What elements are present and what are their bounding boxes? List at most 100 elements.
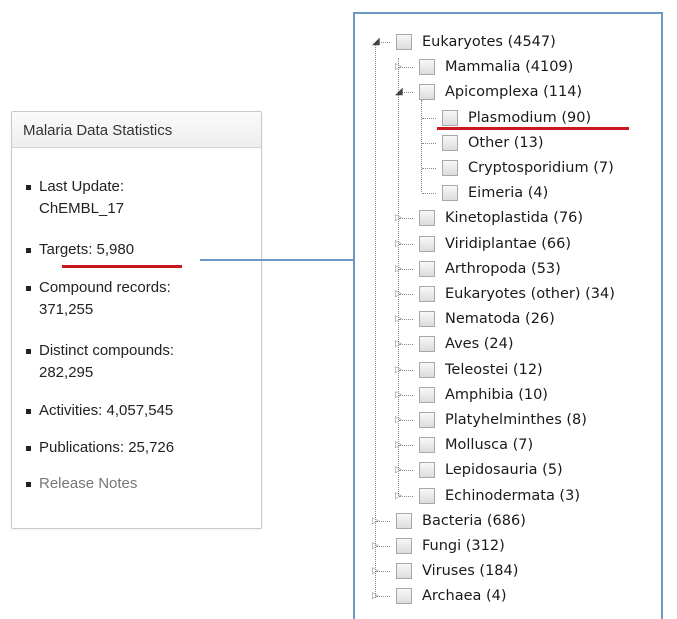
- stat-label: Targets: 5,980: [39, 241, 135, 258]
- tree-node[interactable]: Echinodermata (3): [419, 485, 580, 507]
- tree-node[interactable]: Viruses (184): [396, 560, 518, 582]
- triangle-right-icon[interactable]: ▷: [395, 465, 402, 475]
- triangle-right-icon[interactable]: ▷: [395, 415, 402, 425]
- tree-node-label: Eukaryotes (other) (34): [445, 286, 615, 302]
- tree-node[interactable]: Cryptosporidium (7): [442, 157, 614, 179]
- tree-node-checkbox[interactable]: [396, 34, 412, 50]
- tree-node[interactable]: Amphibia (10): [419, 384, 548, 406]
- tree-node[interactable]: Platyhelminthes (8): [419, 409, 587, 431]
- stats-panel-title: Malaria Data Statistics: [12, 112, 261, 148]
- tree-node-checkbox[interactable]: [419, 261, 435, 277]
- tree-node-checkbox[interactable]: [419, 387, 435, 403]
- tree-node[interactable]: Eimeria (4): [442, 182, 548, 204]
- tree-node[interactable]: Nematoda (26): [419, 308, 555, 330]
- tree-guide-line: [422, 168, 436, 169]
- tree-node-checkbox[interactable]: [396, 588, 412, 604]
- stat-label: Compound records:: [39, 279, 171, 296]
- tree-guide-line: [398, 58, 399, 496]
- tree-node-label: Cryptosporidium (7): [468, 160, 614, 176]
- triangle-right-icon[interactable]: ▷: [372, 591, 379, 601]
- tree-node-checkbox[interactable]: [419, 437, 435, 453]
- bullet-icon: [26, 248, 31, 253]
- tree-node-label: Platyhelminthes (8): [445, 412, 587, 428]
- triangle-right-icon[interactable]: ▷: [395, 365, 402, 375]
- tree-node[interactable]: Plasmodium (90): [442, 107, 591, 129]
- tree-node[interactable]: Eukaryotes (4547): [396, 31, 556, 53]
- tree-node-checkbox[interactable]: [419, 311, 435, 327]
- bullet-icon: [26, 349, 31, 354]
- triangle-right-icon[interactable]: ▷: [395, 239, 402, 249]
- tree-node-checkbox[interactable]: [419, 84, 435, 100]
- tree-node[interactable]: Teleostei (12): [419, 359, 543, 381]
- triangle-right-icon[interactable]: ▷: [395, 62, 402, 72]
- triangle-right-icon[interactable]: ▷: [395, 390, 402, 400]
- tree-node[interactable]: Mammalia (4109): [419, 56, 573, 78]
- stat-activities: Activities: 4,057,545: [26, 400, 173, 422]
- tree-node[interactable]: Apicomplexa (114): [419, 81, 582, 103]
- tree-node-checkbox[interactable]: [419, 286, 435, 302]
- triangle-down-icon[interactable]: ◢: [395, 87, 403, 97]
- bullet-icon: [26, 185, 31, 190]
- tree-node-label: Kinetoplastida (76): [445, 210, 584, 226]
- tree-node[interactable]: Other (13): [442, 132, 544, 154]
- triangle-right-icon[interactable]: ▷: [395, 213, 402, 223]
- triangle-right-icon[interactable]: ▷: [372, 541, 379, 551]
- triangle-right-icon[interactable]: ▷: [372, 516, 379, 526]
- tree-node-checkbox[interactable]: [419, 210, 435, 226]
- tree-node-checkbox[interactable]: [419, 236, 435, 252]
- tree-node-label: Teleostei (12): [445, 362, 543, 378]
- triangle-right-icon[interactable]: ▷: [395, 264, 402, 274]
- tree-node-checkbox[interactable]: [442, 160, 458, 176]
- tree-node-label: Arthropoda (53): [445, 261, 561, 277]
- stat-last-update: Last Update: ChEMBL_17: [26, 176, 124, 220]
- tree-node-label: Mammalia (4109): [445, 59, 574, 75]
- tree-node[interactable]: Eukaryotes (other) (34): [419, 283, 615, 305]
- tree-node[interactable]: Mollusca (7): [419, 434, 533, 456]
- tree-node-checkbox[interactable]: [419, 462, 435, 478]
- tree-node[interactable]: Fungi (312): [396, 535, 505, 557]
- tree-node-checkbox[interactable]: [442, 110, 458, 126]
- tree-node-checkbox[interactable]: [396, 513, 412, 529]
- triangle-down-icon[interactable]: ◢: [372, 37, 380, 47]
- connector-line: [200, 259, 354, 261]
- stats-panel: Malaria Data Statistics Last Update: ChE…: [11, 111, 262, 529]
- tree-guide-line: [422, 143, 436, 144]
- release-notes-link[interactable]: Release Notes: [26, 473, 137, 495]
- tree-node[interactable]: Viridiplantae (66): [419, 233, 571, 255]
- tree-node-label: Nematoda (26): [445, 311, 555, 327]
- tree-guide-line: [422, 118, 436, 119]
- tree-node-label: Archaea (4): [422, 588, 507, 604]
- tree-node[interactable]: Archaea (4): [396, 585, 507, 607]
- stat-compound-records: Compound records: 371,255: [26, 277, 171, 321]
- tree-node-checkbox[interactable]: [419, 488, 435, 504]
- tree-node[interactable]: Lepidosauria (5): [419, 459, 563, 481]
- tree-node[interactable]: Arthropoda (53): [419, 258, 561, 280]
- triangle-right-icon[interactable]: ▷: [395, 440, 402, 450]
- stat-label: Distinct compounds:: [39, 342, 175, 359]
- bullet-icon: [26, 482, 31, 487]
- tree-node-label: Echinodermata (3): [445, 488, 580, 504]
- tree-node-checkbox[interactable]: [419, 412, 435, 428]
- triangle-right-icon[interactable]: ▷: [395, 314, 402, 324]
- tree-node-checkbox[interactable]: [419, 336, 435, 352]
- triangle-right-icon[interactable]: ▷: [372, 566, 379, 576]
- bullet-icon: [26, 446, 31, 451]
- triangle-right-icon[interactable]: ▷: [395, 491, 402, 501]
- tree-node-checkbox[interactable]: [442, 135, 458, 151]
- tree-node-checkbox[interactable]: [396, 538, 412, 554]
- tree-node-checkbox[interactable]: [419, 59, 435, 75]
- tree-node-label: Viruses (184): [422, 563, 519, 579]
- tree-node-label: Mollusca (7): [445, 437, 534, 453]
- tree-node-checkbox[interactable]: [442, 185, 458, 201]
- triangle-right-icon[interactable]: ▷: [395, 289, 402, 299]
- triangle-right-icon[interactable]: ▷: [395, 339, 402, 349]
- tree-node-label: Other (13): [468, 135, 544, 151]
- bullet-icon: [26, 409, 31, 414]
- tree-node-label: Viridiplantae (66): [445, 236, 572, 252]
- stat-value: 371,255: [39, 301, 94, 318]
- tree-node-checkbox[interactable]: [419, 362, 435, 378]
- tree-node[interactable]: Aves (24): [419, 333, 514, 355]
- tree-node-checkbox[interactable]: [396, 563, 412, 579]
- tree-node[interactable]: Kinetoplastida (76): [419, 207, 583, 229]
- tree-node[interactable]: Bacteria (686): [396, 510, 526, 532]
